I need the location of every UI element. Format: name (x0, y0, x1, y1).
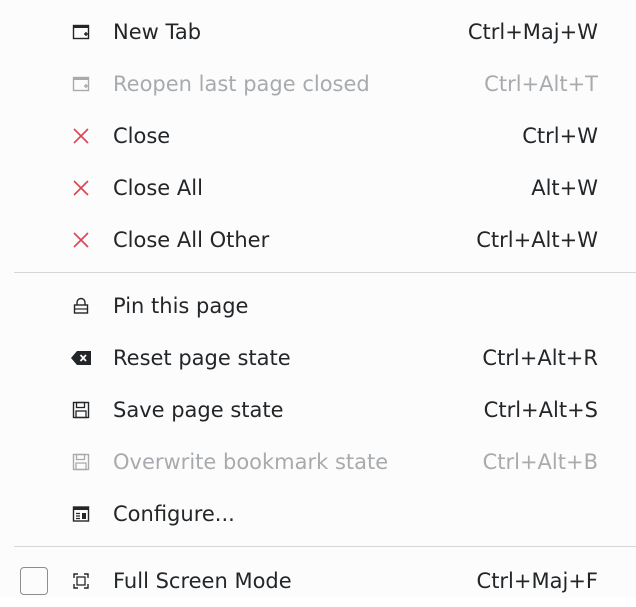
menu-item-label: Reset page state (113, 346, 291, 370)
menu-item-shortcut: Ctrl+Alt+S (483, 398, 598, 422)
menu-item-shortcut: Alt+W (531, 176, 598, 200)
menu-item-new-tab[interactable]: New Tab Ctrl+Maj+W (0, 6, 636, 58)
menu-item-shortcut: Ctrl+Alt+B (482, 450, 598, 474)
menu-item-label: Close All Other (113, 228, 270, 252)
menu-item-shortcut: Ctrl+Alt+T (484, 72, 598, 96)
menu-item-close[interactable]: Close Ctrl+W (0, 110, 636, 162)
fullscreen-icon (70, 570, 92, 592)
menu-item-configure[interactable]: Configure... (0, 488, 636, 540)
close-icon (70, 125, 92, 147)
menu-item-reopen-last-page: Reopen last page closed Ctrl+Alt+T (0, 58, 636, 110)
full-screen-checkbox[interactable] (20, 567, 48, 595)
menu-item-label: Reopen last page closed (113, 72, 370, 96)
new-tab-icon (70, 21, 92, 43)
menu-separator (14, 546, 636, 547)
menu-item-label: Full Screen Mode (113, 569, 292, 593)
context-menu: New Tab Ctrl+Maj+W Reopen last page clos… (0, 0, 636, 598)
menu-item-reset-page-state[interactable]: Reset page state Ctrl+Alt+R (0, 332, 636, 384)
configure-icon (70, 503, 92, 525)
menu-item-shortcut: Ctrl+Maj+W (467, 20, 598, 44)
lock-icon (70, 295, 92, 317)
menu-item-label: Pin this page (113, 294, 249, 318)
menu-item-full-screen-mode[interactable]: Full Screen Mode Ctrl+Maj+F (0, 555, 636, 607)
close-other-icon (70, 229, 92, 251)
menu-item-label: Close All (113, 176, 203, 200)
menu-item-close-all-other[interactable]: Close All Other Ctrl+Alt+W (0, 214, 636, 266)
menu-item-pin-page[interactable]: Pin this page (0, 280, 636, 332)
menu-item-label: Overwrite bookmark state (113, 450, 389, 474)
close-all-icon (70, 177, 92, 199)
menu-item-shortcut: Ctrl+W (522, 124, 598, 148)
menu-item-shortcut: Ctrl+Alt+R (482, 346, 598, 370)
menu-item-overwrite-bookmark-state: Overwrite bookmark state Ctrl+Alt+B (0, 436, 636, 488)
menu-item-label: Save page state (113, 398, 284, 422)
menu-item-label: Close (113, 124, 171, 148)
menu-item-label: New Tab (113, 20, 202, 44)
menu-item-label: Configure... (113, 502, 235, 526)
menu-separator (14, 272, 636, 273)
menu-item-save-page-state[interactable]: Save page state Ctrl+Alt+S (0, 384, 636, 436)
menu-item-shortcut: Ctrl+Alt+W (476, 228, 598, 252)
menu-item-shortcut: Ctrl+Maj+F (476, 569, 598, 593)
backspace-icon (70, 347, 92, 369)
overwrite-save-icon (70, 451, 92, 473)
menu-item-close-all[interactable]: Close All Alt+W (0, 162, 636, 214)
save-icon (70, 399, 92, 421)
reopen-tab-icon (70, 73, 92, 95)
